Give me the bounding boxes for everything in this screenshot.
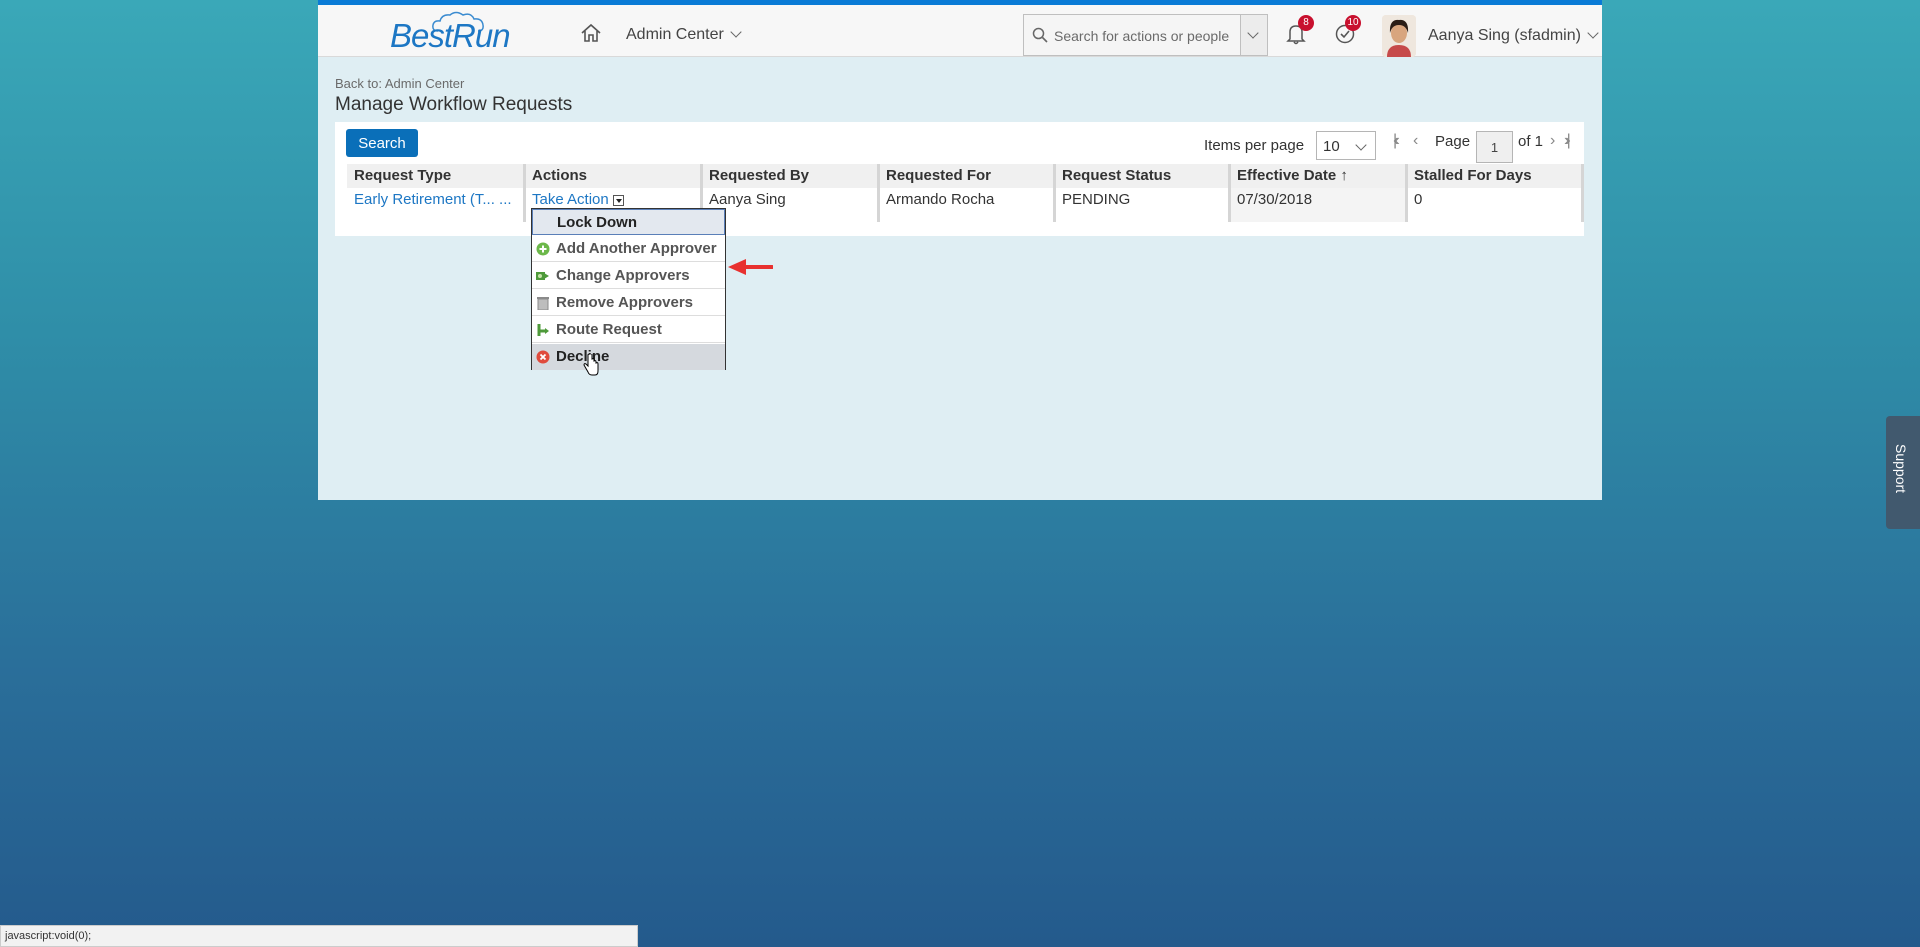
menu-item-add-another-approver[interactable]: Add Another Approver [532, 236, 725, 262]
dropdown-arrow-icon[interactable] [612, 194, 624, 206]
column-divider[interactable] [523, 164, 526, 222]
page-label: Page [1435, 133, 1471, 150]
notification-count-badge: 8 [1298, 15, 1314, 31]
request-type-link[interactable]: Early Retirement (T... ... [354, 191, 512, 208]
user-menu[interactable]: Aanya Sing (sfadmin) [1428, 27, 1599, 45]
user-name-label: Aanya Sing (sfadmin) [1428, 27, 1581, 44]
last-page-icon[interactable]: ››| [1564, 132, 1571, 150]
items-per-page-label: Items per page [1204, 137, 1305, 154]
home-icon[interactable] [580, 23, 602, 43]
hand-cursor-icon [583, 354, 599, 376]
menu-item-route-request[interactable]: Route Request [532, 317, 725, 343]
cell-requested-by: Aanya Sing [702, 188, 878, 222]
page-number-input[interactable]: 1 [1476, 131, 1513, 163]
previous-page-icon[interactable]: ‹ [1413, 132, 1418, 150]
menu-item-decline[interactable]: Decline [532, 344, 725, 370]
add-circle-icon [536, 242, 550, 256]
admin-center-menu[interactable]: Admin Center [626, 26, 742, 44]
take-action-menu: Lock Down Add Another Approver Change Ap… [531, 208, 726, 370]
column-divider[interactable] [1581, 164, 1584, 222]
effective-date-label: Effective Date [1237, 167, 1337, 184]
todo-button[interactable]: 10 [1334, 15, 1361, 50]
next-page-icon[interactable]: › [1550, 132, 1555, 150]
decline-icon [536, 350, 550, 364]
sort-ascending-icon: ↑ [1340, 167, 1348, 184]
items-per-page-select[interactable]: 10 [1316, 131, 1376, 160]
first-page-icon[interactable]: |‹‹ [1393, 132, 1400, 150]
chevron-down-icon [730, 26, 742, 38]
todo-count-badge: 10 [1345, 15, 1361, 31]
search-button[interactable]: Search [346, 129, 418, 157]
avatar[interactable] [1382, 15, 1416, 57]
column-header-request-type[interactable]: Request Type [347, 164, 523, 188]
menu-item-label: Add Another Approver [556, 240, 717, 257]
column-divider[interactable] [1053, 164, 1056, 222]
admin-center-label: Admin Center [626, 26, 724, 43]
user-photo [1382, 15, 1416, 57]
page-title: Manage Workflow Requests [335, 94, 573, 115]
app-window: BestRun Admin Center 8 [318, 0, 1602, 500]
route-icon [537, 324, 549, 336]
menu-item-lock-down[interactable]: Lock Down [532, 209, 725, 235]
chevron-down-icon [1355, 139, 1367, 151]
menu-item-change-approvers[interactable]: Change Approvers [532, 263, 725, 289]
column-header-requested-for[interactable]: Requested For [879, 164, 1055, 188]
column-header-request-status[interactable]: Request Status [1055, 164, 1231, 188]
cell-requested-for: Armando Rocha [879, 188, 1055, 222]
column-divider[interactable] [877, 164, 880, 222]
cell-request-status: PENDING [1055, 188, 1231, 222]
search-input[interactable] [1052, 15, 1236, 57]
cell-effective-date: 07/30/2018 [1230, 188, 1406, 222]
search-scope-dropdown[interactable] [1240, 15, 1267, 55]
page-total: of 1 [1518, 133, 1544, 150]
cell-stalled-days: 0 [1407, 188, 1581, 222]
change-approvers-icon [536, 272, 549, 280]
annotation-arrow-icon [728, 259, 773, 275]
company-logo[interactable]: BestRun [390, 9, 511, 57]
global-search [1023, 14, 1268, 57]
take-action-link[interactable]: Take Action [532, 191, 609, 208]
workflow-requests-panel: Search Items per page 10 |‹‹ ‹ Page 1 of… [335, 122, 1584, 236]
column-header-stalled-days[interactable]: Stalled For Days [1407, 164, 1581, 188]
column-header-requested-by[interactable]: Requested By [702, 164, 878, 188]
chevron-down-icon [1587, 27, 1599, 39]
support-label: Support [1893, 444, 1909, 494]
column-header-effective-date[interactable]: Effective Date ↑ [1230, 164, 1406, 188]
top-bar: BestRun Admin Center 8 [318, 0, 1602, 57]
menu-item-label: Route Request [556, 321, 662, 338]
notifications-button[interactable]: 8 [1286, 15, 1314, 50]
logo-text: BestRun [390, 17, 511, 54]
column-divider[interactable] [1228, 164, 1231, 222]
browser-status-bar: javascript:void(0); [0, 925, 638, 947]
back-link[interactable]: Back to: Admin Center [335, 76, 464, 91]
menu-item-label: Change Approvers [556, 267, 690, 284]
menu-item-label: Remove Approvers [556, 294, 693, 311]
search-icon [1032, 27, 1048, 43]
column-header-actions[interactable]: Actions [525, 164, 701, 188]
column-divider[interactable] [1405, 164, 1408, 222]
chevron-down-icon [1247, 27, 1259, 39]
items-per-page-value: 10 [1323, 138, 1340, 155]
menu-item-remove-approvers[interactable]: Remove Approvers [532, 290, 725, 316]
trash-icon [537, 297, 549, 310]
cell-request-type: Early Retirement (T... ... [347, 188, 523, 222]
